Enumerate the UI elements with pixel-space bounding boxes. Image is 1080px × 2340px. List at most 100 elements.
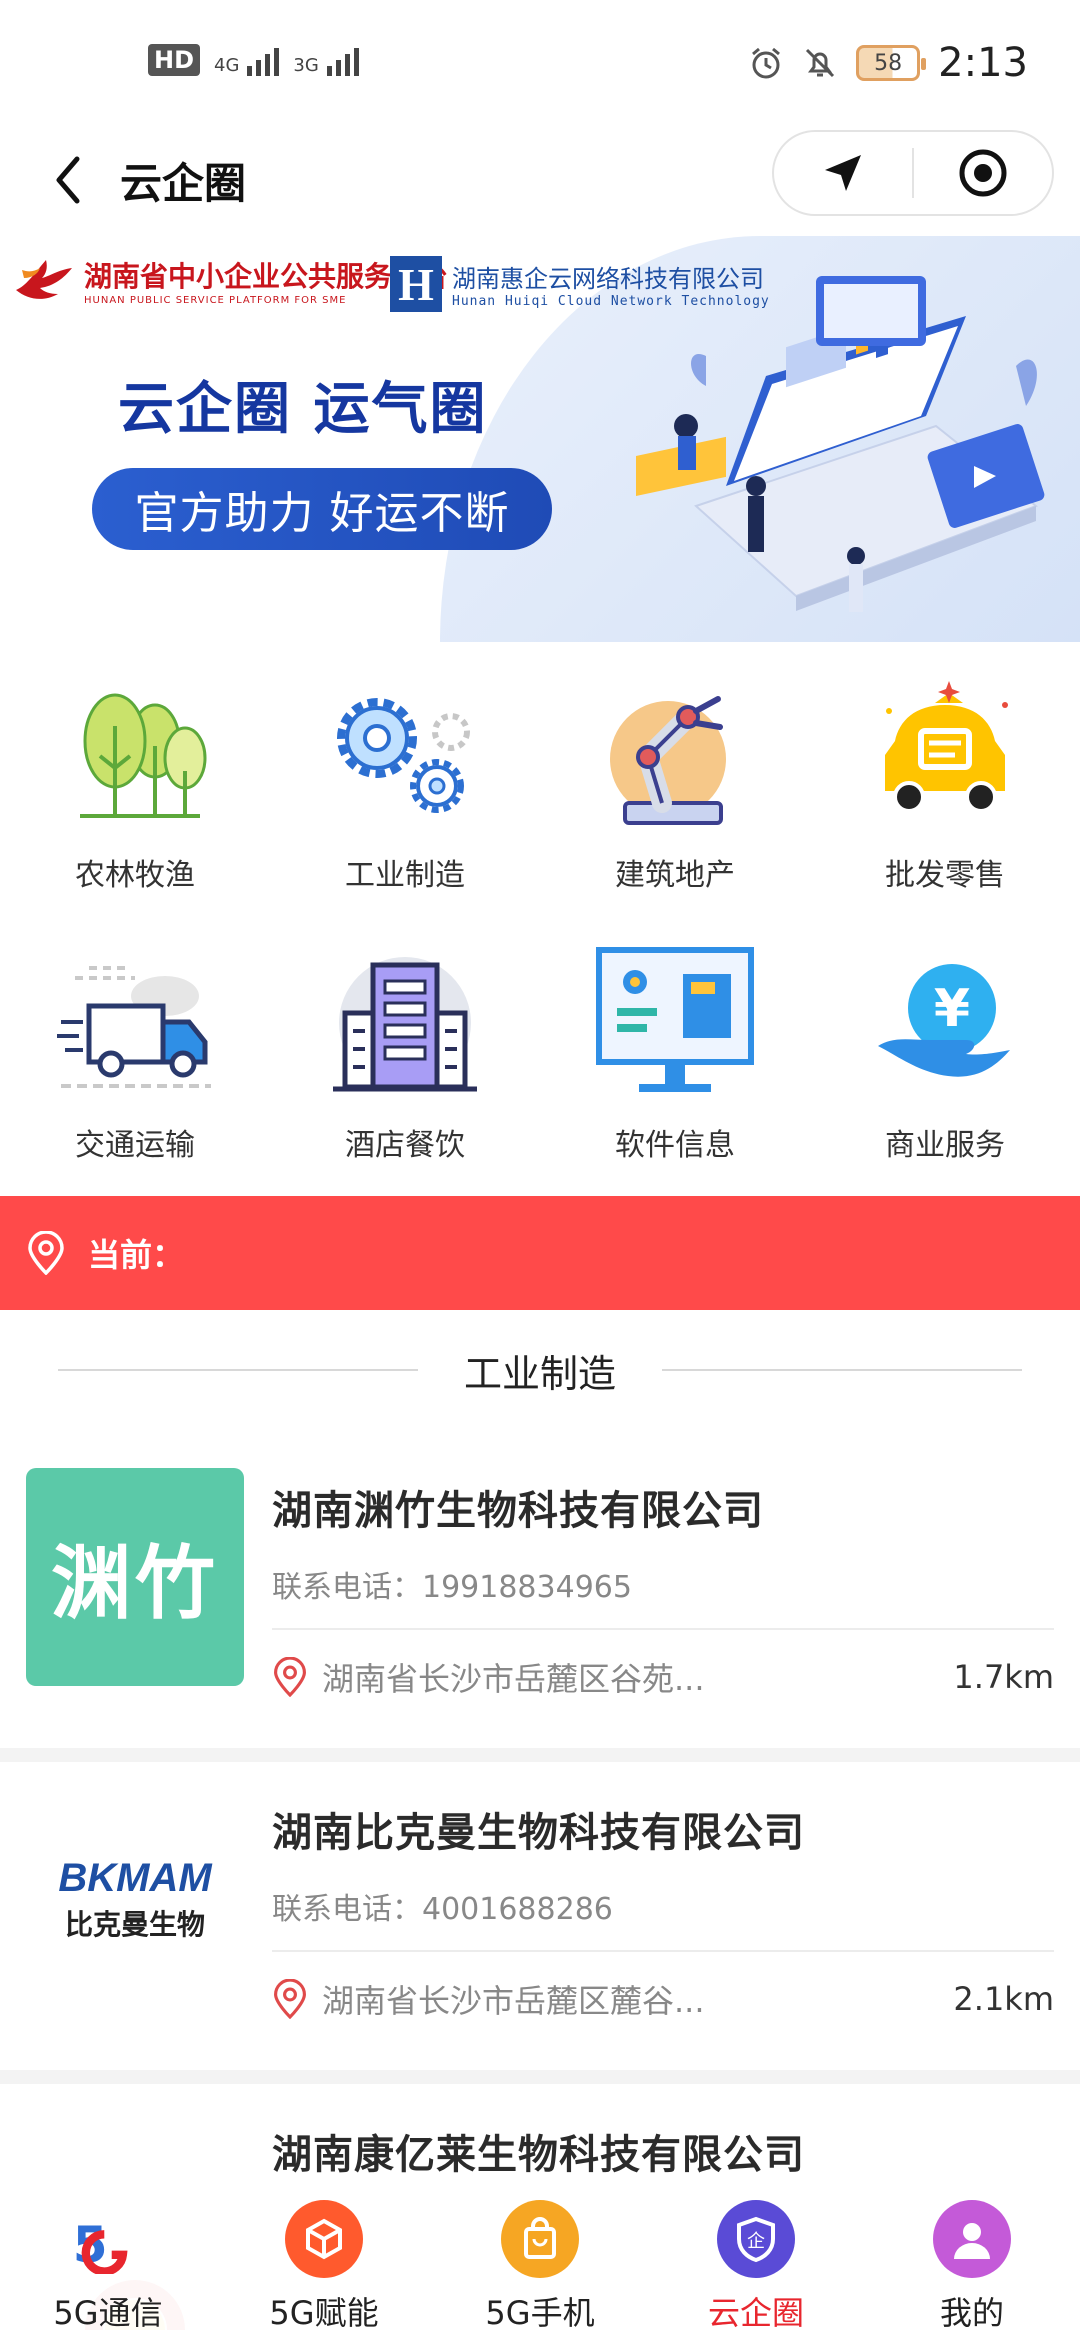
banner-headline: 云企圈 运气圈	[118, 377, 488, 442]
gears-icon	[325, 676, 485, 836]
company-logo-text: BKMAM	[58, 1855, 212, 1900]
navigation-bar: 云企圈	[0, 130, 1080, 230]
user-icon	[933, 2200, 1011, 2278]
tab-5g-communication[interactable]: 5 5G通信	[0, 2190, 216, 2340]
category-label: 批发零售	[885, 858, 1005, 893]
alarm-icon	[752, 47, 781, 79]
hd-indicator: HD	[148, 44, 201, 76]
tab-label: 5G赋能	[269, 2294, 379, 2332]
company-address-row[interactable]: 湖南省长沙市岳麓区麓谷... 2.1km	[272, 1976, 1054, 2022]
category-construction[interactable]: 建筑地产	[540, 652, 810, 922]
tab-label: 我的	[939, 2294, 1004, 2332]
trees-icon	[55, 676, 215, 836]
company-phone[interactable]: 联系电话：4001688286	[272, 1884, 1054, 1928]
battery-indicator: 58	[856, 45, 927, 81]
category-label: 软件信息	[615, 1128, 735, 1163]
location-pin-icon	[274, 1979, 306, 2019]
category-label: 酒店餐饮	[345, 1128, 465, 1163]
category-retail[interactable]: 批发零售	[810, 652, 1080, 922]
category-label: 建筑地产	[615, 858, 735, 893]
chevron-left-icon	[56, 156, 80, 204]
category-label: 商业服务	[885, 1128, 1005, 1163]
category-label: 工业制造	[345, 858, 465, 893]
sme-platform-logo: 湖南省中小企业公共服务平台 HUNAN PUBLIC SERVICE PLATF…	[12, 250, 448, 310]
section-title: 工业制造	[463, 1351, 616, 1396]
company-logo-subtext: 比克曼生物	[64, 1907, 205, 1941]
promo-banner[interactable]: 湖南省中小企业公共服务平台 HUNAN PUBLIC SERVICE PLATF…	[0, 236, 1080, 642]
company-address: 湖南省长沙市岳麓区麓谷...	[322, 1982, 705, 2020]
signal-3g-icon: 3G	[293, 48, 359, 76]
svg-text:¥: ¥	[934, 979, 970, 1039]
category-software[interactable]: 软件信息	[540, 922, 810, 1192]
tab-mine[interactable]: 我的	[864, 2190, 1080, 2340]
company-info: 湖南渊竹生物科技有限公司 联系电话：19918834965 湖南省长沙市岳麓区谷…	[272, 1478, 1054, 1700]
building-icon	[325, 946, 485, 1106]
company-divider	[272, 1950, 1054, 1952]
tab-cloud-circle[interactable]: 企 云企圈	[648, 2190, 864, 2340]
monitor-icon	[595, 946, 755, 1106]
huiqi-logo-mark: H	[390, 256, 442, 312]
company-info: 湖南康亿莱生物科技有限公司	[272, 2122, 1054, 2180]
company-name: 湖南比克曼生物科技有限公司	[272, 1810, 805, 1856]
svg-text:企: 企	[747, 2231, 765, 2252]
network-type-2: 3G	[293, 55, 319, 76]
company-distance: 1.7km	[953, 1658, 1054, 1696]
tab-label: 云企圈	[707, 2294, 804, 2332]
category-business-service[interactable]: ¥ 商业服务	[810, 922, 1080, 1192]
current-location-bar[interactable]: 当前：	[0, 1196, 1080, 1310]
status-bar: HD 4G 3G 58 2:13	[0, 0, 1080, 130]
bottom-tab-bar: 5 5G通信 5G赋能 5G手机 企 云企圈 我的	[0, 2190, 1080, 2340]
shield-icon: 企	[717, 2200, 795, 2278]
location-button[interactable]	[774, 132, 912, 214]
section-divider-right	[662, 1369, 1022, 1371]
network-type-1: 4G	[214, 55, 240, 76]
truck-icon	[55, 946, 215, 1106]
mute-bell-icon	[806, 48, 835, 78]
tab-5g-phone[interactable]: 5G手机	[432, 2190, 648, 2340]
category-label: 农林牧渔	[75, 858, 195, 893]
category-label: 交通运输	[75, 1128, 195, 1163]
company-card[interactable]: 渊竹 湖南渊竹生物科技有限公司 联系电话：19918834965 湖南省长沙市岳…	[0, 1440, 1080, 1762]
category-transport[interactable]: 交通运输	[0, 922, 270, 1192]
current-location-label: 当前：	[88, 1236, 185, 1274]
tab-5g-empower[interactable]: 5G赋能	[216, 2190, 432, 2340]
yuan-coin-icon: ¥	[865, 946, 1025, 1106]
company-card[interactable]: BKMAM 比克曼生物 湖南比克曼生物科技有限公司 联系电话：400168828…	[0, 1762, 1080, 2084]
phoenix-logo-icon	[16, 260, 72, 299]
company-divider	[272, 1628, 1054, 1630]
company-name: 湖南渊竹生物科技有限公司	[272, 1488, 764, 1534]
tab-label: 5G手机	[485, 2294, 595, 2332]
target-icon	[959, 149, 1007, 197]
company-phone[interactable]: 联系电话：19918834965	[272, 1562, 1054, 1606]
company-address: 湖南省长沙市岳麓区谷苑...	[322, 1660, 705, 1698]
company-logo: BKMAM 比克曼生物	[26, 1790, 244, 2008]
miniprogram-capsule	[772, 130, 1054, 216]
section-header: 工业制造	[0, 1330, 1080, 1410]
location-pin-icon	[28, 1231, 64, 1275]
category-hotel[interactable]: 酒店餐饮	[270, 922, 540, 1192]
company-distance: 2.1km	[953, 1980, 1054, 2018]
cube-icon	[285, 2200, 363, 2278]
section-divider-left	[57, 1369, 418, 1371]
robot-arm-icon	[595, 676, 755, 836]
company-address-row[interactable]: 湖南省长沙市岳麓区谷苑... 1.7km	[272, 1654, 1054, 1700]
5g-logo-icon: 5	[69, 2200, 147, 2278]
location-pin-icon	[274, 1657, 306, 1697]
shopping-bag-icon	[501, 2200, 579, 2278]
category-agriculture[interactable]: 农林牧渔	[0, 652, 270, 922]
clock: 2:13	[938, 40, 1028, 86]
tab-label: 5G通信	[53, 2294, 163, 2332]
company-logo: 渊竹	[26, 1468, 244, 1686]
banner-slogan: 官方助力 好运不断	[92, 468, 552, 550]
category-grid: 农林牧渔 工业制造 建筑地产 批发零售 交通运输 酒店餐饮 软件信息 ¥ 商业服…	[0, 652, 1080, 1192]
close-miniprogram-button[interactable]	[914, 132, 1052, 214]
signal-4g-icon: 4G	[214, 48, 280, 76]
category-industry[interactable]: 工业制造	[270, 652, 540, 922]
company-info: 湖南比克曼生物科技有限公司 联系电话：4001688286 湖南省长沙市岳麓区麓…	[272, 1800, 1054, 2022]
company-logo-text: 渊竹	[51, 1537, 219, 1630]
page-title: 云企圈	[120, 159, 247, 208]
status-right: 58 2:13	[748, 40, 1028, 86]
navigation-arrow-icon	[825, 155, 861, 191]
shopping-cart-icon	[865, 676, 1025, 836]
back-button[interactable]	[40, 148, 96, 212]
